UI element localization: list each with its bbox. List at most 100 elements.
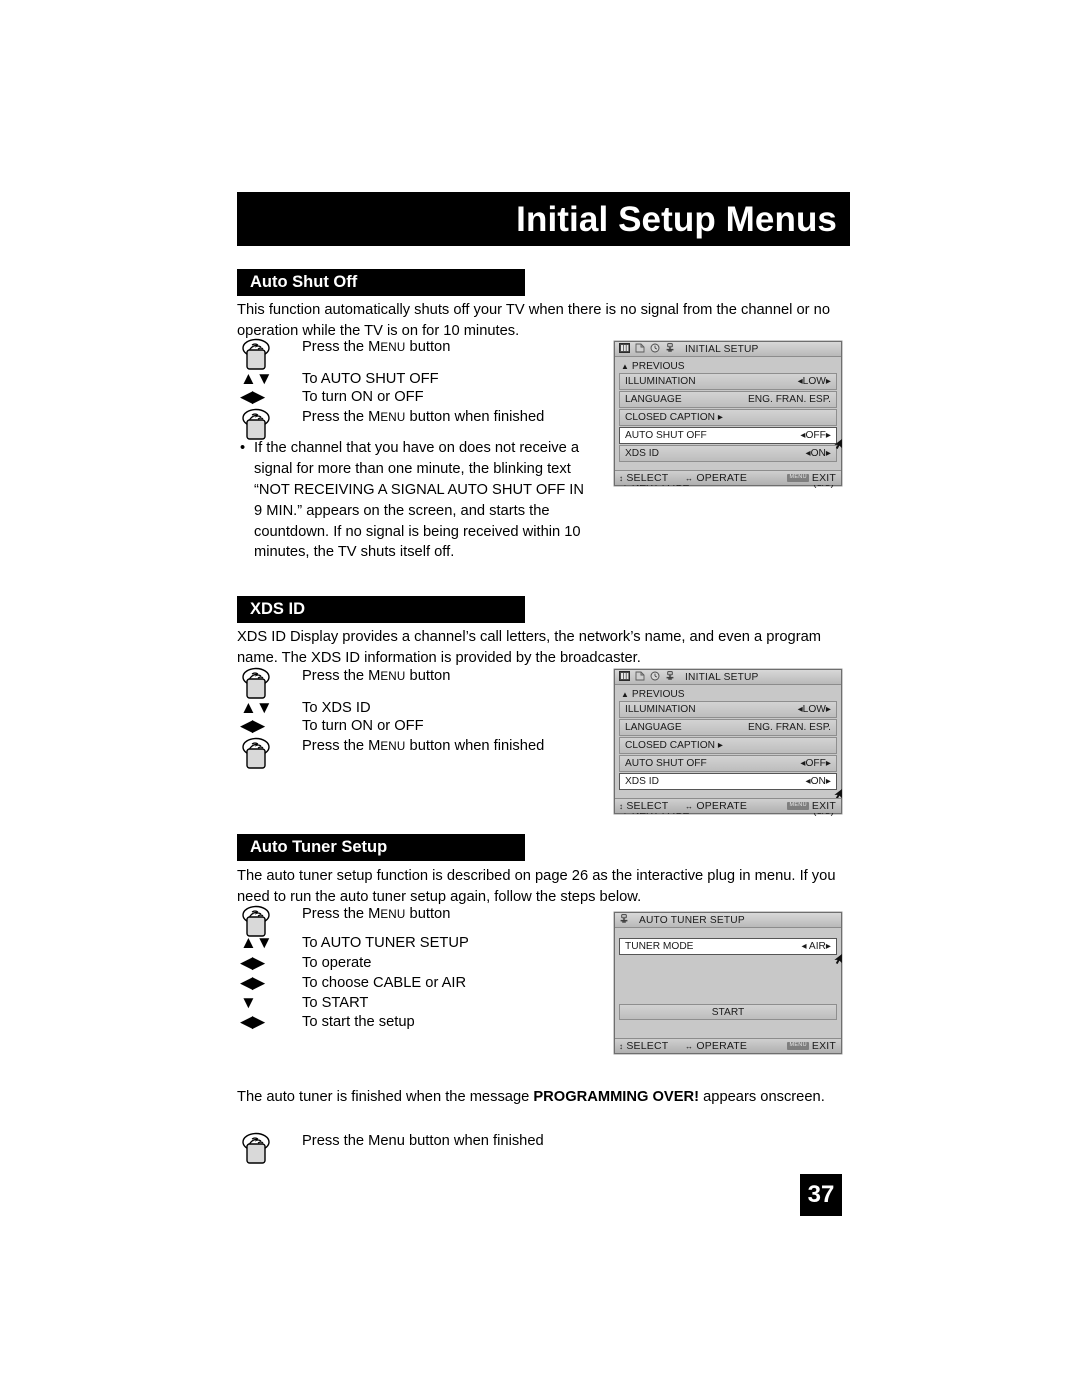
osd-footer-select: ↕ SELECT (619, 800, 669, 812)
osd-row-xds-id[interactable]: XDS ID ◂ON▸ (619, 773, 842, 799)
osd-title-text: INITIAL SETUP (685, 343, 759, 355)
step-label: Press the Menu button when finished (302, 1133, 544, 1149)
osd-initial-setup-auto-shut-off[interactable]: INITIAL SETUP ▲ PREVIOUS ILLUMINATION ◂L… (614, 341, 842, 489)
step-start-the-setup: ◀▶ To start the setup (240, 1013, 415, 1032)
osd-previous-label: PREVIOUS (631, 688, 685, 700)
closing-text-post: appears onscreen. (699, 1089, 825, 1105)
osd-previous-label: PREVIOUS (631, 360, 685, 372)
step-label: To AUTO SHUT OFF (302, 371, 439, 387)
osd-row-label: LANGUAGE (625, 722, 682, 733)
osd-start-label: START (711, 1006, 745, 1018)
note-text: If the channel that you have on does not… (254, 440, 584, 561)
osd-row-label: CLOSED CAPTION ▸ (625, 412, 723, 423)
up-triangle-icon: ▲ (621, 689, 629, 699)
step-press-menu: Press the MENU button (240, 338, 450, 372)
osd-row-value: ◂LOW▸ (797, 704, 831, 715)
left-right-arrows-icon: ◀▶ (240, 387, 265, 406)
left-right-arrows-icon: ◀▶ (240, 953, 265, 972)
osd-row-label: ILLUMINATION (625, 704, 696, 715)
osd-row-label: TUNER MODE (625, 941, 694, 952)
page-number: 37 (807, 1181, 835, 1208)
step-to-operate: ◀▶ To operate (240, 954, 371, 973)
intro-paragraph-auto-tuner-setup: The auto tuner setup function is describ… (237, 868, 836, 905)
menu-button-glyph: MENU (787, 474, 809, 482)
osd-row-auto-shut-off[interactable]: AUTO SHUT OFF ◂OFF▸ (619, 755, 837, 772)
osd-row-label: AUTO SHUT OFF (625, 758, 707, 769)
osd-footer-exit: MENU EXIT (787, 800, 836, 812)
down-arrow-icon: ▼ (240, 993, 257, 1012)
section-header-auto-tuner-setup: Auto Tuner Setup (237, 834, 525, 861)
step-press-menu-finished: Press the MENU button when finished (240, 737, 544, 771)
osd-start-button[interactable]: START (619, 1004, 837, 1020)
intro-paragraph-auto-shut-off: This function automatically shuts off yo… (237, 302, 830, 339)
closing-paragraph: The auto tuner is finished when the mess… (237, 1087, 857, 1108)
step-to-auto-shut-off: ▲▼ To AUTO SHUT OFF (240, 370, 439, 389)
up-down-small-icon: ↕ (619, 474, 624, 483)
osd-row-label: XDS ID (625, 448, 659, 459)
osd-row-label: CLOSED CAPTION ▸ (625, 740, 723, 751)
osd-row-tuner-mode[interactable]: TUNER MODE ◂ AIR▸ (619, 938, 842, 964)
left-right-arrows-icon: ◀▶ (240, 973, 265, 992)
osd-row-language[interactable]: LANGUAGE ENG. FRAN. ESP. (619, 391, 837, 408)
osd-initial-setup-xds-id[interactable]: INITIAL SETUP ▲ PREVIOUS ILLUMINATION ◂L… (614, 669, 842, 817)
step-label: To XDS ID (302, 700, 371, 716)
note-bullet-auto-shut-off: • If the channel that you have on does n… (240, 438, 590, 563)
step-label: To turn ON or OFF (302, 389, 424, 405)
left-right-small-icon: ↔ (685, 1042, 694, 1051)
up-down-arrows-icon: ▲▼ (240, 698, 273, 717)
osd-title-text: AUTO TUNER SETUP (639, 914, 745, 926)
section-header-auto-shut-off: Auto Shut Off (237, 269, 525, 296)
osd-body: TUNER MODE ◂ AIR▸ START (615, 928, 842, 1020)
left-right-small-icon: ↔ (685, 474, 694, 483)
step-label: To operate (302, 955, 372, 971)
osd-footer-operate: ↔ OPERATE (685, 800, 748, 812)
osd-auto-tuner-setup[interactable]: AUTO TUNER SETUP TUNER MODE ◂ AIR▸ START… (614, 912, 842, 1054)
step-label: Press the MENU button when finished (302, 738, 545, 754)
osd-footer: ↕ SELECT ↔ OPERATE MENU EXIT (615, 798, 841, 813)
osd-row-value: ◂ON▸ (805, 776, 831, 787)
osd-row-label: AUTO SHUT OFF (625, 430, 707, 441)
osd-row-language[interactable]: LANGUAGE ENG. FRAN. ESP. (619, 719, 837, 736)
lock-icon (665, 342, 675, 356)
osd-row-label: ILLUMINATION (625, 376, 696, 387)
manual-page: Initial Setup Menus Auto Shut Off This f… (0, 0, 1080, 1397)
step-press-menu-finished-final: Press the Menu button when finished (240, 1132, 544, 1166)
menu-button-glyph: MENU (787, 1042, 809, 1050)
page-title: Initial Setup Menus (516, 199, 837, 239)
osd-row-illumination[interactable]: ILLUMINATION ◂LOW▸ (619, 701, 837, 718)
osd-row-xds-id[interactable]: XDS ID ◂ON▸ (619, 439, 842, 462)
osd-footer-select: ↕ SELECT (619, 472, 669, 484)
page-title-banner: Initial Setup Menus (237, 192, 850, 246)
up-down-arrows-icon: ▲▼ (240, 369, 273, 388)
osd-row-value: ◂ON▸ (805, 448, 831, 459)
step-label: Press the MENU button (302, 339, 451, 355)
section-header-xds-id: XDS ID (237, 596, 525, 623)
osd-row-closed-caption[interactable]: CLOSED CAPTION ▸ (619, 409, 837, 426)
pointer-cursor-icon (834, 954, 843, 964)
clock-icon (650, 343, 660, 356)
step-label: Press the MENU button (302, 668, 451, 684)
step-to-start: ▼ To START (240, 994, 368, 1013)
pointer-cursor-icon (834, 439, 843, 449)
osd-previous-row[interactable]: ▲ PREVIOUS (619, 687, 837, 701)
osd-row-closed-caption[interactable]: CLOSED CAPTION ▸ (619, 737, 837, 754)
step-label: Press the MENU button when finished (302, 409, 545, 425)
osd-row-value: ◂LOW▸ (797, 376, 831, 387)
osd-spacer (619, 956, 837, 1004)
page-number-badge: 37 (800, 1174, 842, 1216)
lock-icon (619, 913, 629, 927)
osd-previous-row[interactable]: ▲ PREVIOUS (619, 359, 837, 373)
up-down-small-icon: ↕ (619, 802, 624, 811)
osd-title-bar: AUTO TUNER SETUP (615, 913, 841, 928)
osd-row-auto-shut-off[interactable]: AUTO SHUT OFF ◂OFF▸ (619, 427, 837, 444)
step-label: To AUTO TUNER SETUP (302, 935, 469, 951)
osd-row-illumination[interactable]: ILLUMINATION ◂LOW▸ (619, 373, 837, 390)
osd-footer-exit: MENU EXIT (787, 1040, 836, 1052)
step-to-auto-tuner-setup: ▲▼ To AUTO TUNER SETUP (240, 934, 469, 953)
intro-paragraph-xds-id: XDS ID Display provides a channel’s call… (237, 629, 821, 666)
osd-row-value: ◂ AIR▸ (801, 941, 831, 952)
step-label: Press the MENU button (302, 906, 451, 922)
osd-title-bar: INITIAL SETUP (615, 670, 841, 685)
osd-title-text: INITIAL SETUP (685, 671, 759, 683)
osd-footer: ↕ SELECT ↔ OPERATE MENU EXIT (615, 1038, 841, 1053)
